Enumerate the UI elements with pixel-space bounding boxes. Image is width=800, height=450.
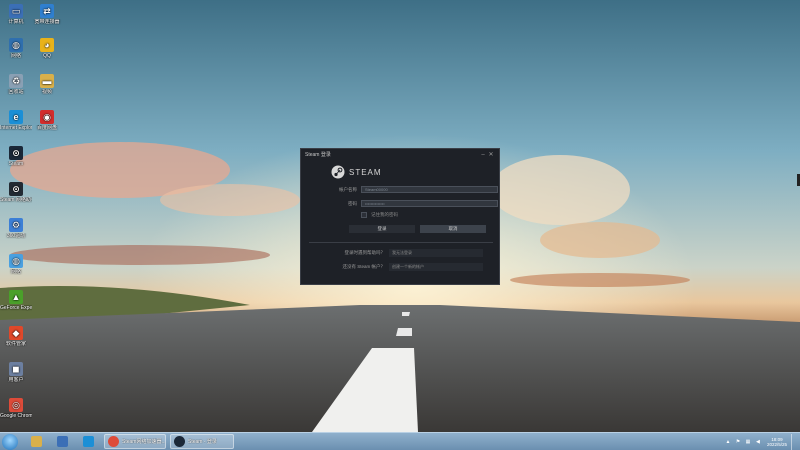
task-label: Steam - 登录 [188, 439, 217, 445]
pinned-explorer[interactable] [28, 434, 46, 449]
desktop-icon-label: 计算机 [8, 19, 24, 25]
desktop-icon-label: QQ [43, 53, 51, 59]
folder-icon: ▬ [40, 74, 54, 88]
network-globe-icon: ◍ [9, 38, 23, 52]
desktop-icon-label: Steam 网络助手 [0, 197, 32, 203]
desktop-icon-label: 宽带连接器 [34, 19, 60, 25]
desktop-icon-qq[interactable]: ◕ QQ [31, 38, 63, 59]
remember-label: 记住我的密码 [371, 212, 398, 217]
netdisk-icon: ◉ [40, 110, 54, 124]
show-desktop-button[interactable] [791, 434, 796, 450]
desktop-icon-label: 用客户 [8, 377, 24, 383]
minimize-icon[interactable]: – [479, 152, 487, 158]
network-icon: ⇄ [40, 4, 54, 18]
desktop-icon-chrome[interactable]: ◎ Google Chrome [0, 398, 32, 419]
geforce-icon: ▲ [9, 290, 23, 304]
desktop-icon-label: 360驱动 [6, 233, 26, 239]
task-chrome[interactable]: Steam网络加速器... [104, 434, 166, 449]
desktop-icon-network[interactable]: ◍ 网络 [0, 38, 32, 59]
desktop-icon-globe[interactable]: ◍ 网络 [0, 254, 32, 275]
desktop-icon-label: 网络 [10, 269, 21, 275]
pinned-ie[interactable] [80, 434, 98, 449]
flag-icon[interactable]: ⚑ [735, 439, 741, 445]
account-row: 帐户名称 Steam00000 [301, 186, 501, 193]
clock[interactable]: 18:09 2022/5/25 [767, 437, 787, 447]
chrome-taskbar-icon [108, 436, 119, 447]
desktop-icon-folder[interactable]: ▬ 视频 [31, 74, 63, 95]
qq-icon: ◕ [40, 38, 54, 52]
clock-date: 2022/5/25 [766, 442, 787, 447]
network-tray-icon[interactable]: ▦ [745, 439, 751, 445]
ie-taskbar-icon [83, 436, 94, 447]
desktop-icon-steam-helper[interactable]: ⊙ Steam 网络助手 [0, 182, 32, 203]
create-account-button[interactable]: 创建一个新的帐户 [389, 263, 483, 271]
system-tray: ▲ ⚑ ▦ ◀ 18:09 2022/5/25 [723, 434, 796, 450]
tray-expand-icon[interactable]: ▲ [725, 439, 731, 445]
recycle-bin-icon: ♻ [9, 74, 23, 88]
cant-login-button[interactable]: 我无法登录 [389, 249, 483, 257]
taskbar: Steam网络加速器... Steam - 登录 ▲ ⚑ ▦ ◀ 18:09 2… [0, 432, 800, 450]
checkbox-box[interactable] [361, 212, 367, 218]
computer-icon: ▭ [9, 4, 23, 18]
help-question-create: 还没有 Steam 帐户？ [342, 264, 385, 269]
help-row-login: 登录时遇到帮助吗？ 我无法登录 [301, 249, 501, 257]
task-label: Steam网络加速器... [122, 439, 165, 445]
steam-login-dialog: Steam 登录 – ✕ STEAM 帐户名称 Steam00000 密码 ••… [300, 148, 500, 285]
software-manager-icon: ◆ [9, 326, 23, 340]
folder-taskbar-icon [31, 436, 42, 447]
desktop-icon-netdisk[interactable]: ◉ 百度网盘 [31, 110, 63, 131]
globe-icon: ◍ [9, 254, 23, 268]
cancel-button[interactable]: 取消 [420, 225, 486, 233]
help-question-login: 登录时遇到帮助吗？ [344, 250, 386, 255]
dialog-title: Steam 登录 [305, 152, 331, 158]
account-name-input[interactable]: Steam00000 [361, 186, 498, 193]
steam-helper-icon: ⊙ [9, 182, 23, 196]
desktop-icon-steam[interactable]: ⊙ Steam [0, 146, 32, 167]
desktop-icon-computer[interactable]: ▭ 计算机 [0, 4, 32, 25]
close-icon[interactable]: ✕ [487, 151, 495, 158]
remember-password-checkbox[interactable]: 记住我的密码 [361, 212, 398, 218]
desktop-icon-software-manager[interactable]: ◆ 软件管家 [0, 326, 32, 347]
steam-taskbar-icon [174, 436, 185, 447]
desktop-icon-broadband[interactable]: ⇄ 宽带连接器 [31, 4, 63, 25]
start-button[interactable] [2, 434, 18, 450]
desktop-icon-label: GeForce Experience [0, 305, 32, 311]
task-steam[interactable]: Steam - 登录 [170, 434, 234, 449]
remember-row: 记住我的密码 [301, 212, 501, 218]
monitor-taskbar-icon [57, 436, 68, 447]
driver-icon: ⚙ [9, 218, 23, 232]
desktop-icon-label: 网络 [10, 53, 21, 59]
desktop-icon-driver[interactable]: ⚙ 360驱动 [0, 218, 32, 239]
internet-explorer-icon: e [9, 110, 23, 124]
desktop-icon-label: Steam [8, 161, 24, 167]
desktop-icon-recycle-bin[interactable]: ♻ 回收站 [0, 74, 32, 95]
password-row: 密码 •••••••••••••• [301, 200, 501, 207]
password-label: 密码 [348, 200, 357, 206]
divider [309, 242, 493, 243]
account-label: 帐户名称 [339, 186, 357, 192]
desktop-icon-label: 回收站 [8, 89, 24, 95]
chrome-icon: ◎ [9, 398, 23, 412]
desktop-icon-app[interactable]: ◼ 用客户 [0, 362, 32, 383]
desktop-icon-geforce[interactable]: ▲ GeForce Experience [0, 290, 32, 311]
password-input[interactable]: •••••••••••••• [361, 200, 498, 207]
steam-logo: STEAM [331, 165, 382, 179]
login-button[interactable]: 登录 [349, 225, 415, 233]
steam-logo-icon [331, 165, 345, 179]
desktop-icon-label: 视频 [41, 89, 52, 95]
dialog-titlebar[interactable]: Steam 登录 – ✕ [301, 149, 499, 160]
help-row-create: 还没有 Steam 帐户？ 创建一个新的帐户 [301, 263, 501, 271]
desktop-icon-label: Internet Explorer [0, 125, 32, 131]
volume-icon[interactable]: ◀ [755, 439, 761, 445]
desktop-icon-ie[interactable]: e Internet Explorer [0, 110, 32, 131]
app-icon: ◼ [9, 362, 23, 376]
pinned-desktop[interactable] [54, 434, 72, 449]
desktop-icon-label: Google Chrome [0, 413, 32, 419]
steam-icon: ⊙ [9, 146, 23, 160]
desktop-icon-label: 软件管家 [5, 341, 26, 347]
desktop-icon-label: 百度网盘 [36, 125, 57, 131]
steam-logo-text: STEAM [349, 167, 382, 177]
